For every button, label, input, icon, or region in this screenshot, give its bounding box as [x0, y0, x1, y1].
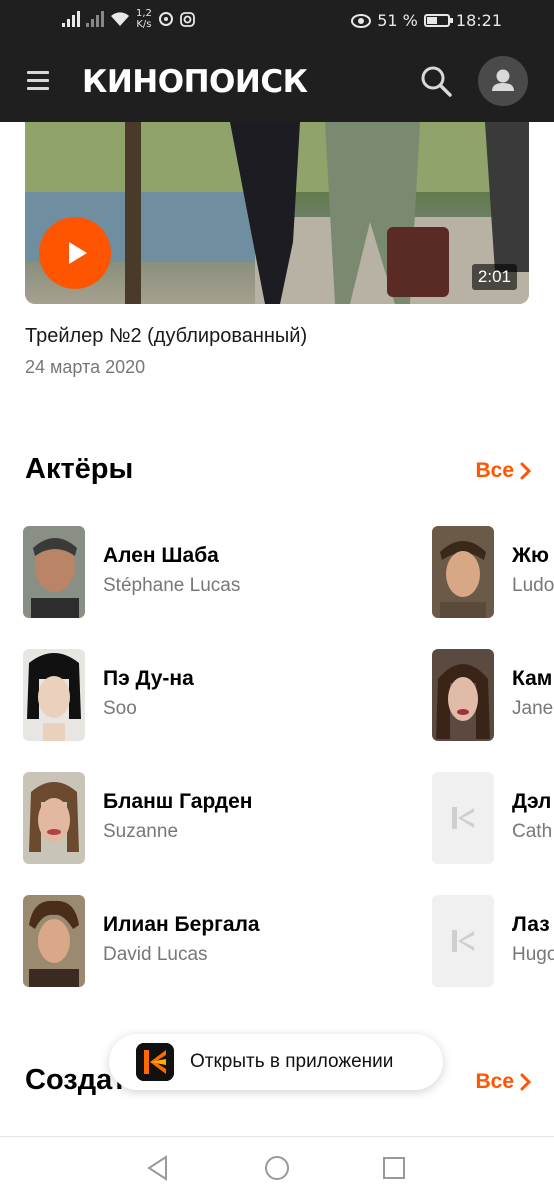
network-speed: 1,2 K/s — [136, 8, 152, 30]
actor-name: Ален Шаба — [103, 544, 219, 567]
actor-role: Ludo — [512, 575, 554, 596]
actor-role: David Lucas — [103, 944, 208, 965]
actor-card[interactable]: Кам Jane — [432, 649, 554, 743]
back-icon[interactable] — [146, 1155, 170, 1181]
actor-card[interactable]: Илиан Бергала David Lucas — [23, 895, 403, 989]
actor-name: Лаз — [512, 913, 550, 936]
actor-photo — [23, 526, 85, 618]
actor-photo — [23, 649, 85, 741]
actor-card[interactable]: Лаз Hugo — [432, 895, 554, 989]
open-in-app-label: Открыть в приложении — [190, 1051, 394, 1072]
actor-card[interactable]: Жю Ludo — [432, 526, 554, 620]
kinopoisk-logo[interactable]: КИНОПОИСК — [82, 60, 308, 104]
instagram-icon — [180, 11, 195, 27]
actor-name: Илиан Бергала — [103, 913, 260, 936]
actor-photo — [23, 895, 85, 987]
system-navigation-bar — [0, 1136, 554, 1201]
actor-role: Suzanne — [103, 821, 179, 842]
profile-icon — [492, 69, 514, 91]
network-speed-value: 1,2 — [136, 8, 152, 19]
actor-name: Пэ Ду-на — [103, 667, 194, 690]
play-icon — [69, 242, 87, 264]
gear-notification-icon — [158, 12, 173, 26]
actors-see-all-link[interactable]: Все — [475, 459, 532, 483]
actor-photo — [23, 772, 85, 864]
wifi-icon — [111, 12, 129, 26]
creators-see-all-link[interactable]: Все — [475, 1070, 532, 1094]
actor-name: Кам — [512, 667, 553, 690]
actor-role: Hugo — [512, 944, 554, 965]
kinopoisk-placeholder-icon — [452, 930, 474, 952]
kinopoisk-app-icon — [136, 1043, 174, 1081]
chevron-right-icon — [520, 1073, 532, 1091]
actor-photo — [432, 649, 494, 741]
trailer-duration: 2:01 — [471, 264, 517, 290]
open-in-app-button[interactable]: Открыть в приложении — [109, 1034, 443, 1090]
trailer-thumbnail[interactable]: 2:01 — [25, 122, 529, 304]
actor-photo-placeholder — [432, 895, 494, 987]
play-button[interactable] — [39, 217, 111, 289]
clock: 18:21 — [455, 11, 502, 30]
actor-card[interactable]: Пэ Ду-на Soo — [23, 649, 403, 743]
actor-name: Жю — [512, 544, 549, 567]
logo-text: КИНОПОИСК — [82, 64, 308, 100]
chevron-right-icon — [520, 462, 532, 480]
actors-see-all-label: Все — [475, 459, 514, 482]
trailer-date: 24 марта 2020 — [25, 357, 146, 377]
signal-no-service-icon — [86, 11, 104, 27]
actor-role: Soo — [103, 698, 137, 719]
search-icon[interactable] — [419, 64, 453, 98]
creators-see-all-label: Все — [475, 1070, 514, 1093]
recent-apps-icon[interactable] — [382, 1155, 406, 1181]
profile-avatar-button[interactable] — [478, 56, 528, 106]
actor-card[interactable]: Бланш Гарден Suzanne — [23, 772, 403, 866]
kinopoisk-placeholder-icon — [452, 807, 474, 829]
network-speed-unit: K/s — [136, 19, 152, 30]
menu-icon[interactable] — [27, 71, 49, 91]
battery-icon — [423, 14, 453, 27]
actor-role: Jane — [512, 698, 554, 719]
trailer-title[interactable]: Трейлер №2 (дублированный) — [25, 325, 307, 348]
battery-percent: 51 % — [377, 11, 418, 30]
actor-name: Бланш Гарден — [103, 790, 253, 813]
eye-comfort-icon — [351, 13, 372, 28]
actor-role: Cath — [512, 821, 553, 842]
actors-section-title: Актёры — [25, 453, 134, 485]
actor-photo — [432, 526, 494, 618]
status-bar: 1,2 K/s 51 % 18:21 — [0, 0, 554, 42]
signal-icon — [62, 11, 80, 27]
actor-photo-placeholder — [432, 772, 494, 864]
home-icon[interactable] — [264, 1155, 290, 1181]
app-header: КИНОПОИСК — [0, 42, 554, 122]
actor-card[interactable]: Ален Шаба Stéphane Lucas — [23, 526, 403, 620]
actor-role: Stéphane Lucas — [103, 575, 241, 596]
actor-name: Дэл — [512, 790, 552, 813]
actor-card[interactable]: Дэл Cath — [432, 772, 554, 866]
